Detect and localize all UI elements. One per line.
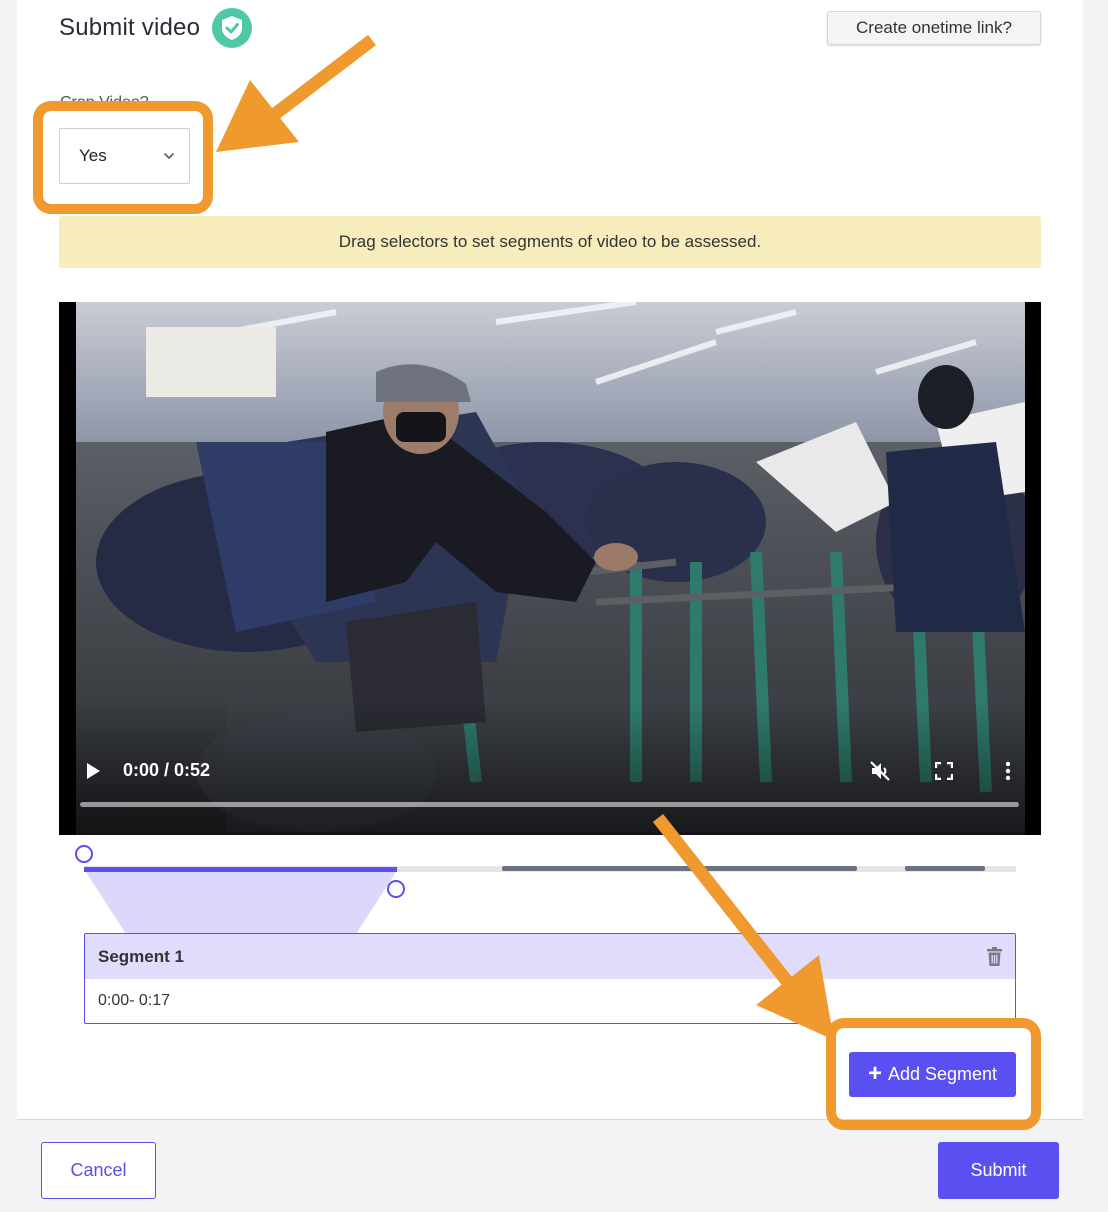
video-frame-image (76, 302, 1025, 835)
timeline-marker (502, 866, 857, 871)
timeline-marker (905, 866, 985, 871)
fullscreen-icon[interactable] (935, 762, 953, 780)
verified-shield-icon (212, 8, 253, 48)
segment-connector-shape (86, 872, 396, 934)
segment-hint-banner: Drag selectors to set segments of video … (59, 216, 1041, 268)
video-progress-bar[interactable] (80, 802, 1019, 807)
title-row: Submit video (59, 8, 253, 48)
create-onetime-link-button[interactable]: Create onetime link? (827, 11, 1041, 45)
cancel-button[interactable]: Cancel (41, 1142, 156, 1199)
segment-end-handle[interactable] (387, 880, 405, 898)
segment-title: Segment 1 (98, 946, 184, 966)
page-title: Submit video (59, 14, 201, 41)
trash-icon[interactable] (986, 947, 1003, 966)
hint-text: Drag selectors to set segments of video … (338, 232, 762, 251)
video-player[interactable] (59, 302, 1041, 835)
segment-time-range: 0:00- 0:17 (98, 992, 171, 1009)
play-icon[interactable] (84, 762, 102, 780)
more-icon[interactable] (1003, 761, 1013, 781)
annotation-highlight-box (33, 101, 213, 214)
segment-card: Segment 1 0:00- 0:17 (84, 933, 1016, 1024)
annotation-highlight-box (826, 1018, 1041, 1130)
segment-header: Segment 1 (85, 934, 1015, 979)
video-time-display: 0:00 / 0:52 (123, 760, 211, 780)
segment-start-handle[interactable] (75, 845, 93, 863)
submit-button[interactable]: Submit (938, 1142, 1059, 1199)
mute-icon[interactable] (869, 760, 891, 782)
